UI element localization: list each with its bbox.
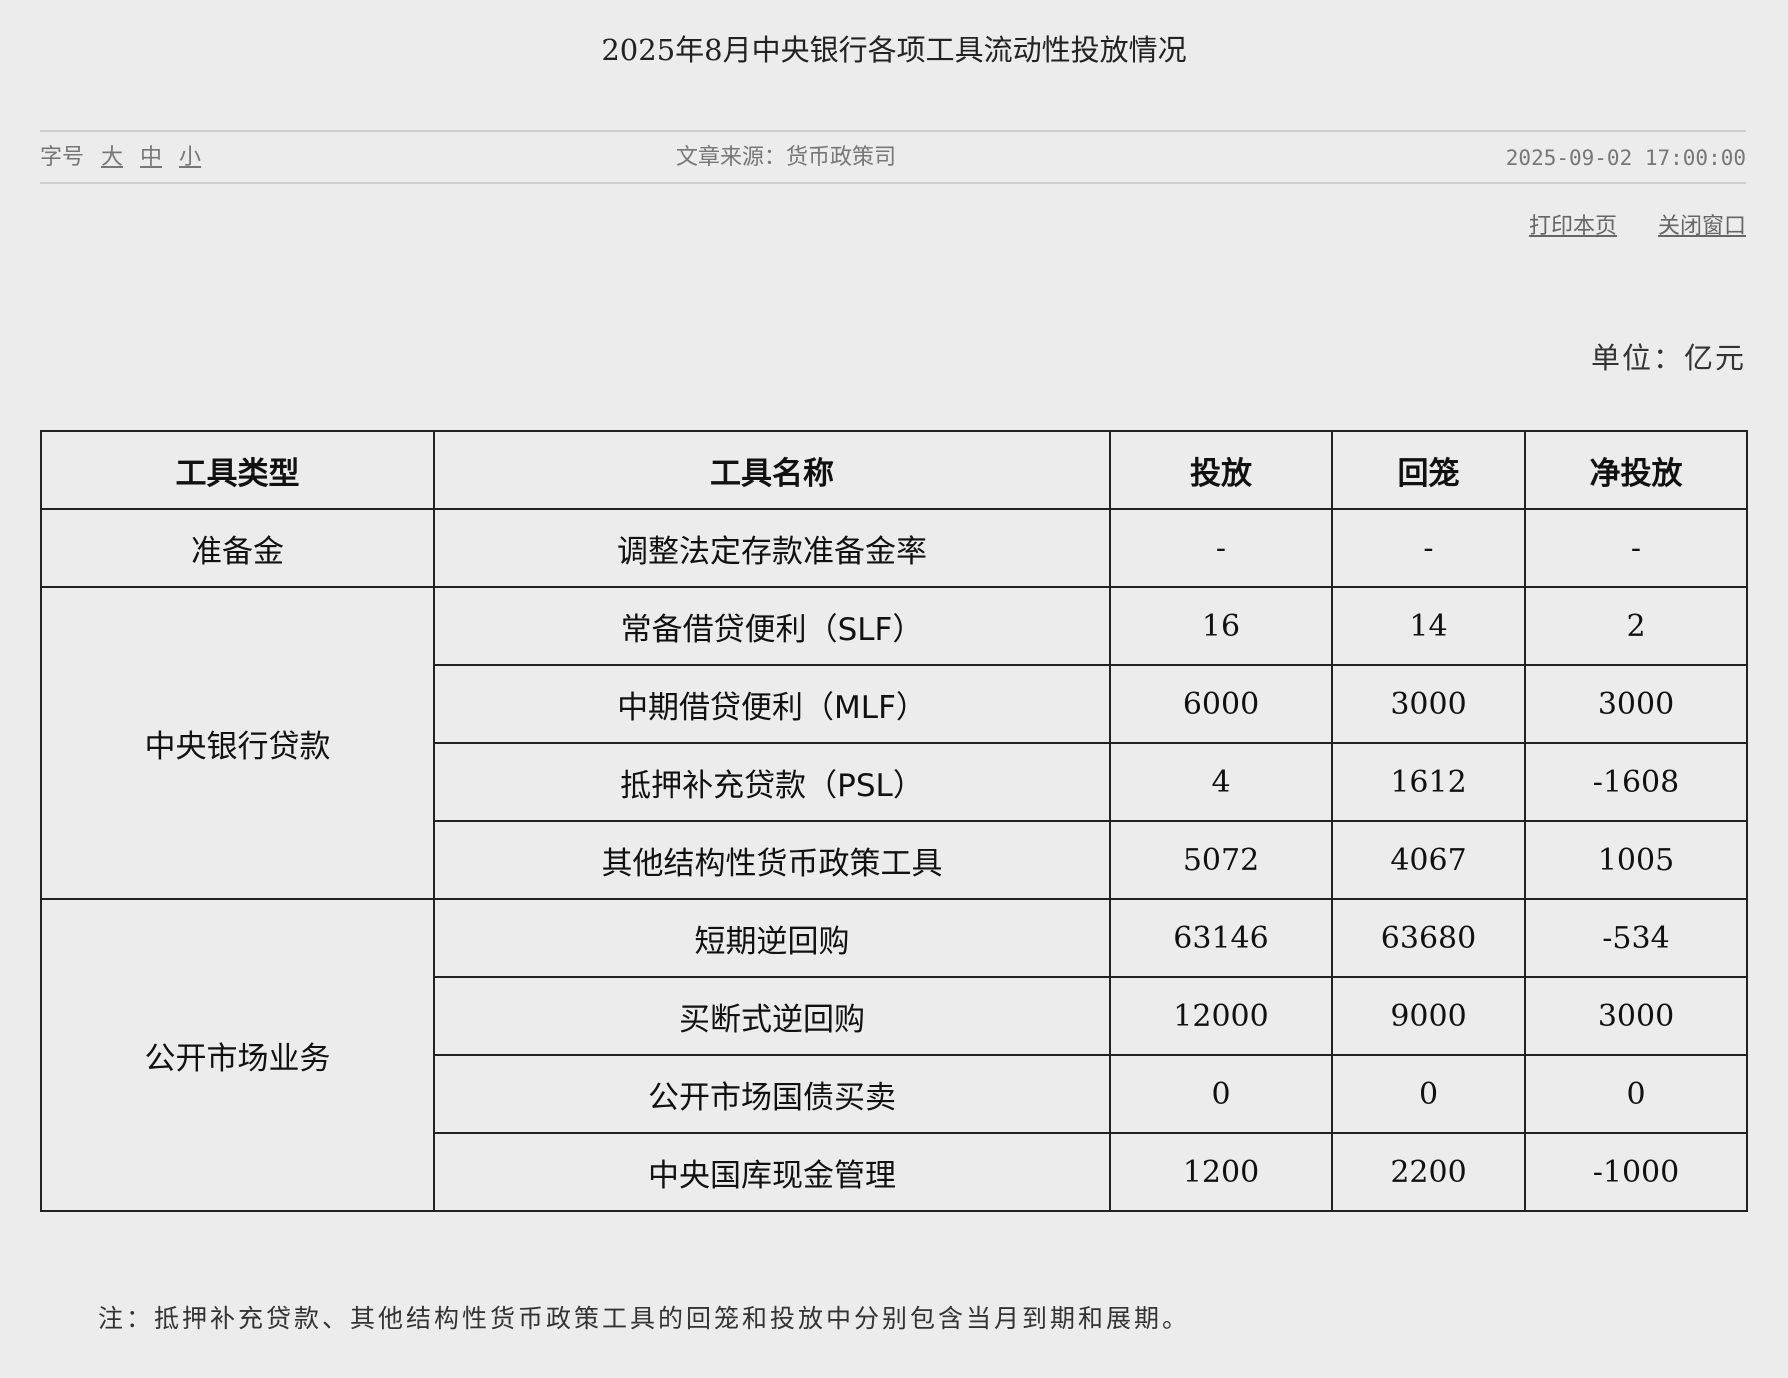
article-source: 文章来源：货币政策司 xyxy=(676,145,897,170)
net-release-cell: 3000 xyxy=(1524,664,1748,744)
page-actions: 打印本页 关闭窗口 xyxy=(1495,212,1746,242)
withdraw-cell: 14 xyxy=(1331,586,1526,666)
table-row: 公开市场业务 短期逆回购 63146 63680 -534 xyxy=(40,898,1748,1212)
article-datetime: 2025-09-02 17:00:00 xyxy=(1505,146,1746,170)
net-release-cell: -1000 xyxy=(1524,1132,1748,1212)
tool-name-cell: 抵押补充贷款（PSL） xyxy=(433,742,1111,822)
release-cell: 5072 xyxy=(1109,820,1333,900)
withdraw-cell: 0 xyxy=(1331,1054,1526,1134)
net-release-cell: 0 xyxy=(1524,1054,1748,1134)
release-cell: 4 xyxy=(1109,742,1333,822)
header-tool-type: 工具类型 xyxy=(40,430,435,510)
release-cell: 12000 xyxy=(1109,976,1333,1056)
unit-label: 单位：亿元 xyxy=(1590,341,1746,375)
withdraw-cell: 4067 xyxy=(1331,820,1526,900)
header-withdraw: 回笼 xyxy=(1331,430,1526,510)
net-release-cell: 1005 xyxy=(1524,820,1748,900)
release-cell: - xyxy=(1109,508,1333,588)
release-cell: 16 xyxy=(1109,586,1333,666)
header-net-release: 净投放 xyxy=(1524,430,1748,510)
tool-name-cell: 买断式逆回购 xyxy=(433,976,1111,1056)
withdraw-cell: 2200 xyxy=(1331,1132,1526,1212)
close-window-link[interactable]: 关闭窗口 xyxy=(1658,214,1746,239)
withdraw-cell: 9000 xyxy=(1331,976,1526,1056)
table-row: 准备金 调整法定存款准备金率 - - - xyxy=(40,508,1748,588)
withdraw-cell: 3000 xyxy=(1331,664,1526,744)
tool-type-cell: 中央银行贷款 xyxy=(40,586,435,900)
font-size-switcher: 字号 大 中 小 xyxy=(40,144,201,172)
release-cell: 6000 xyxy=(1109,664,1333,744)
table-header-row: 工具类型 工具名称 投放 回笼 净投放 xyxy=(40,430,1748,510)
release-cell: 0 xyxy=(1109,1054,1333,1134)
liquidity-table: 工具类型 工具名称 投放 回笼 净投放 准备金 调整法定存款准备金率 - - -… xyxy=(40,430,1748,1212)
net-release-cell: 2 xyxy=(1524,586,1748,666)
print-page-link[interactable]: 打印本页 xyxy=(1529,214,1617,239)
net-release-cell: -534 xyxy=(1524,898,1748,978)
page-title: 2025年8月中央银行各项工具流动性投放情况 xyxy=(601,33,1187,67)
tool-type-cell: 公开市场业务 xyxy=(40,898,435,1212)
withdraw-cell: - xyxy=(1331,508,1526,588)
footnote: 注：抵押补充贷款、其他结构性货币政策工具的回笼和投放中分别包含当月到期和展期。 xyxy=(98,1304,1191,1333)
tool-name-cell: 常备借贷便利（SLF） xyxy=(433,586,1111,666)
tool-name-cell: 其他结构性货币政策工具 xyxy=(433,820,1111,900)
header-release: 投放 xyxy=(1109,430,1333,510)
font-size-large-link[interactable]: 大 xyxy=(101,145,123,170)
withdraw-cell: 63680 xyxy=(1331,898,1526,978)
net-release-cell: 3000 xyxy=(1524,976,1748,1056)
tool-type-cell: 准备金 xyxy=(40,508,435,588)
withdraw-cell: 1612 xyxy=(1331,742,1526,822)
tool-name-cell: 中期借贷便利（MLF） xyxy=(433,664,1111,744)
font-size-small-link[interactable]: 小 xyxy=(179,145,201,170)
tool-name-cell: 调整法定存款准备金率 xyxy=(433,508,1111,588)
font-size-label: 字号 xyxy=(40,145,85,170)
tool-name-cell: 中央国库现金管理 xyxy=(433,1132,1111,1212)
net-release-cell: - xyxy=(1524,508,1748,588)
tool-name-cell: 短期逆回购 xyxy=(433,898,1111,978)
article-meta-bar: 字号 大 中 小 文章来源：货币政策司 2025-09-02 17:00:00 xyxy=(40,130,1746,184)
release-cell: 1200 xyxy=(1109,1132,1333,1212)
table-row: 中央银行贷款 常备借贷便利（SLF） 16 14 2 xyxy=(40,586,1748,900)
net-release-cell: -1608 xyxy=(1524,742,1748,822)
tool-name-cell: 公开市场国债买卖 xyxy=(433,1054,1111,1134)
release-cell: 63146 xyxy=(1109,898,1333,978)
header-tool-name: 工具名称 xyxy=(433,430,1111,510)
font-size-medium-link[interactable]: 中 xyxy=(140,145,162,170)
